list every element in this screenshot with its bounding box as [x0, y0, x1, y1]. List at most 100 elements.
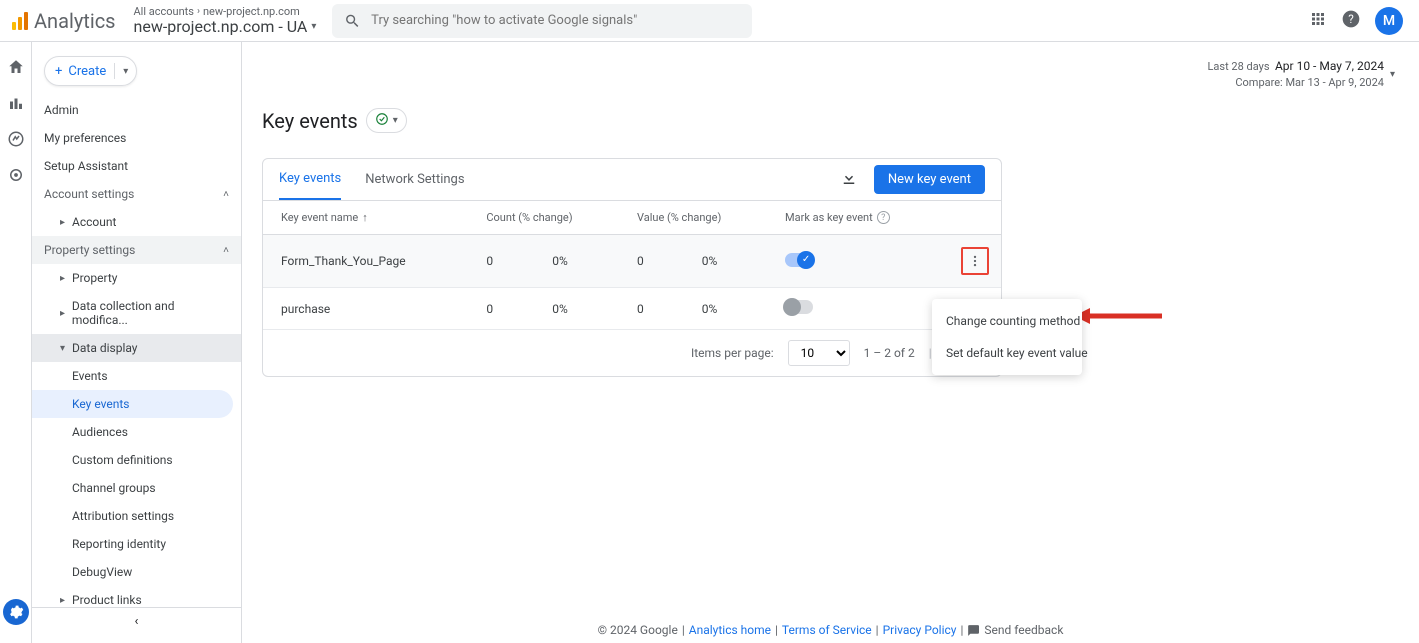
- home-icon[interactable]: [7, 58, 25, 76]
- sidebar-item-data-collection[interactable]: ▸Data collection and modifica...: [32, 292, 241, 334]
- property-name: new-project.np.com - UA: [134, 18, 308, 36]
- items-per-page-label: Items per page:: [691, 346, 774, 360]
- footer-terms[interactable]: Terms of Service: [782, 623, 872, 637]
- sidebar-item-events[interactable]: Events: [32, 362, 241, 390]
- create-label: Create: [68, 64, 106, 79]
- caret-down-icon: ▾: [1390, 69, 1395, 80]
- tab-network-settings[interactable]: Network Settings: [365, 160, 464, 199]
- caret-down-icon: ▾: [311, 21, 316, 32]
- download-icon[interactable]: [840, 169, 858, 191]
- sidebar-item-property[interactable]: ▸Property: [32, 264, 241, 292]
- help-circle-icon[interactable]: ?: [877, 211, 890, 224]
- menu-change-counting[interactable]: Change counting method: [932, 305, 1082, 337]
- count-value: 0: [474, 235, 540, 288]
- tab-key-events[interactable]: Key events: [279, 159, 341, 200]
- sidebar-item-preferences[interactable]: My preferences: [32, 124, 241, 152]
- key-events-table: Key event name↑ Count (% change) Value (…: [263, 201, 1001, 330]
- date-range: Apr 10 - May 7, 2024: [1275, 59, 1384, 73]
- check-circle-icon: [375, 112, 389, 129]
- footer-privacy[interactable]: Privacy Policy: [883, 623, 957, 637]
- table-row: purchase 0 0% 0 0%: [263, 288, 1001, 330]
- value-value: 0: [625, 235, 690, 288]
- page-size-select[interactable]: 10: [788, 340, 850, 366]
- nav-rail: [0, 42, 32, 643]
- feedback-icon: [967, 624, 980, 637]
- avatar[interactable]: M: [1375, 7, 1403, 35]
- sidebar-item-key-events[interactable]: Key events: [32, 390, 233, 418]
- status-pill[interactable]: ▾: [366, 108, 407, 133]
- logo[interactable]: Analytics: [12, 9, 116, 33]
- svg-text:?: ?: [1348, 12, 1354, 26]
- more-actions-button[interactable]: [961, 247, 989, 275]
- ads-icon[interactable]: [7, 166, 25, 184]
- value-percent: 0%: [690, 288, 773, 330]
- sidebar-item-attribution-settings[interactable]: Attribution settings: [32, 502, 241, 530]
- key-event-toggle[interactable]: [785, 253, 813, 267]
- footer-analytics-home[interactable]: Analytics home: [689, 623, 771, 637]
- caret-down-icon: ▾: [393, 115, 398, 126]
- help-icon[interactable]: ?: [1341, 9, 1361, 33]
- sidebar-item-custom-definitions[interactable]: Custom definitions: [32, 446, 241, 474]
- value-percent: 0%: [690, 235, 773, 288]
- date-compare: Compare: Mar 13 - Apr 9, 2024: [1208, 75, 1384, 90]
- pagination: Items per page: 10 1 – 2 of 2 |‹ ‹ › ›|: [263, 330, 1001, 376]
- menu-set-default-value[interactable]: Set default key event value: [932, 337, 1082, 369]
- row-context-menu: Change counting method Set default key e…: [932, 299, 1082, 375]
- new-key-event-button[interactable]: New key event: [874, 165, 985, 194]
- count-percent: 0%: [540, 288, 625, 330]
- create-button[interactable]: + Create ▾: [44, 56, 137, 86]
- plus-icon: +: [55, 64, 62, 79]
- explore-icon[interactable]: [7, 130, 25, 148]
- chevron-left-icon: ‹: [135, 614, 139, 629]
- top-header: Analytics All accounts › new-project.np.…: [0, 0, 1419, 42]
- admin-gear-icon[interactable]: [3, 599, 29, 625]
- count-percent: 0%: [540, 235, 625, 288]
- search-icon: [344, 12, 361, 30]
- admin-sidebar: + Create ▾ Admin My preferences Setup As…: [32, 42, 242, 643]
- key-events-card: Key events Network Settings New key even…: [262, 158, 1002, 377]
- reports-icon[interactable]: [7, 94, 25, 112]
- event-name[interactable]: Form_Thank_You_Page: [263, 235, 474, 288]
- chevron-right-icon: ›: [197, 6, 200, 17]
- count-value: 0: [474, 288, 540, 330]
- event-name[interactable]: purchase: [263, 288, 474, 330]
- date-picker[interactable]: Last 28 days Apr 10 - May 7, 2024 Compar…: [262, 42, 1419, 98]
- page-range: 1 – 2 of 2: [864, 346, 915, 360]
- col-count: Count (% change): [474, 201, 625, 235]
- sidebar-item-setup-assistant[interactable]: Setup Assistant: [32, 152, 241, 180]
- caret-down-icon: ▾: [60, 343, 66, 354]
- caret-right-icon: ▸: [60, 217, 66, 228]
- key-event-toggle[interactable]: [785, 300, 813, 314]
- section-account-settings[interactable]: Account settings ˄: [32, 180, 241, 208]
- footer-copyright: © 2024 Google: [598, 623, 678, 637]
- apps-icon[interactable]: [1309, 10, 1327, 32]
- chevron-up-icon: ˄: [223, 245, 229, 256]
- section-property-settings[interactable]: Property settings ˄: [32, 236, 241, 264]
- caret-down-icon: ▾: [123, 66, 128, 77]
- caret-right-icon: ▸: [60, 273, 66, 284]
- sidebar-item-debugview[interactable]: DebugView: [32, 558, 241, 586]
- footer-feedback[interactable]: Send feedback: [984, 623, 1063, 637]
- sidebar-collapse-button[interactable]: ‹: [32, 607, 241, 635]
- col-name[interactable]: Key event name↑: [263, 201, 474, 235]
- sidebar-item-admin[interactable]: Admin: [32, 96, 241, 124]
- sort-up-icon: ↑: [362, 211, 368, 224]
- breadcrumb-account: new-project.np.com: [203, 6, 300, 18]
- sidebar-item-audiences[interactable]: Audiences: [32, 418, 241, 446]
- analytics-logo-icon: [12, 12, 28, 30]
- breadcrumb: All accounts › new-project.np.com: [134, 6, 317, 18]
- sidebar-item-channel-groups[interactable]: Channel groups: [32, 474, 241, 502]
- content-area: Last 28 days Apr 10 - May 7, 2024 Compar…: [242, 42, 1419, 643]
- sidebar-item-account[interactable]: ▸ Account: [32, 208, 241, 236]
- col-value: Value (% change): [625, 201, 773, 235]
- more-vert-icon: [968, 254, 982, 268]
- search-bar[interactable]: [332, 4, 752, 38]
- sidebar-item-reporting-identity[interactable]: Reporting identity: [32, 530, 241, 558]
- value-value: 0: [625, 288, 690, 330]
- sidebar-item-data-display[interactable]: ▾Data display: [32, 334, 241, 362]
- brand-name: Analytics: [34, 9, 116, 33]
- search-input[interactable]: [371, 13, 740, 28]
- annotation-arrow-icon: [1074, 304, 1164, 328]
- account-picker[interactable]: All accounts › new-project.np.com new-pr…: [134, 6, 317, 36]
- col-mark: Mark as key event?: [773, 201, 949, 235]
